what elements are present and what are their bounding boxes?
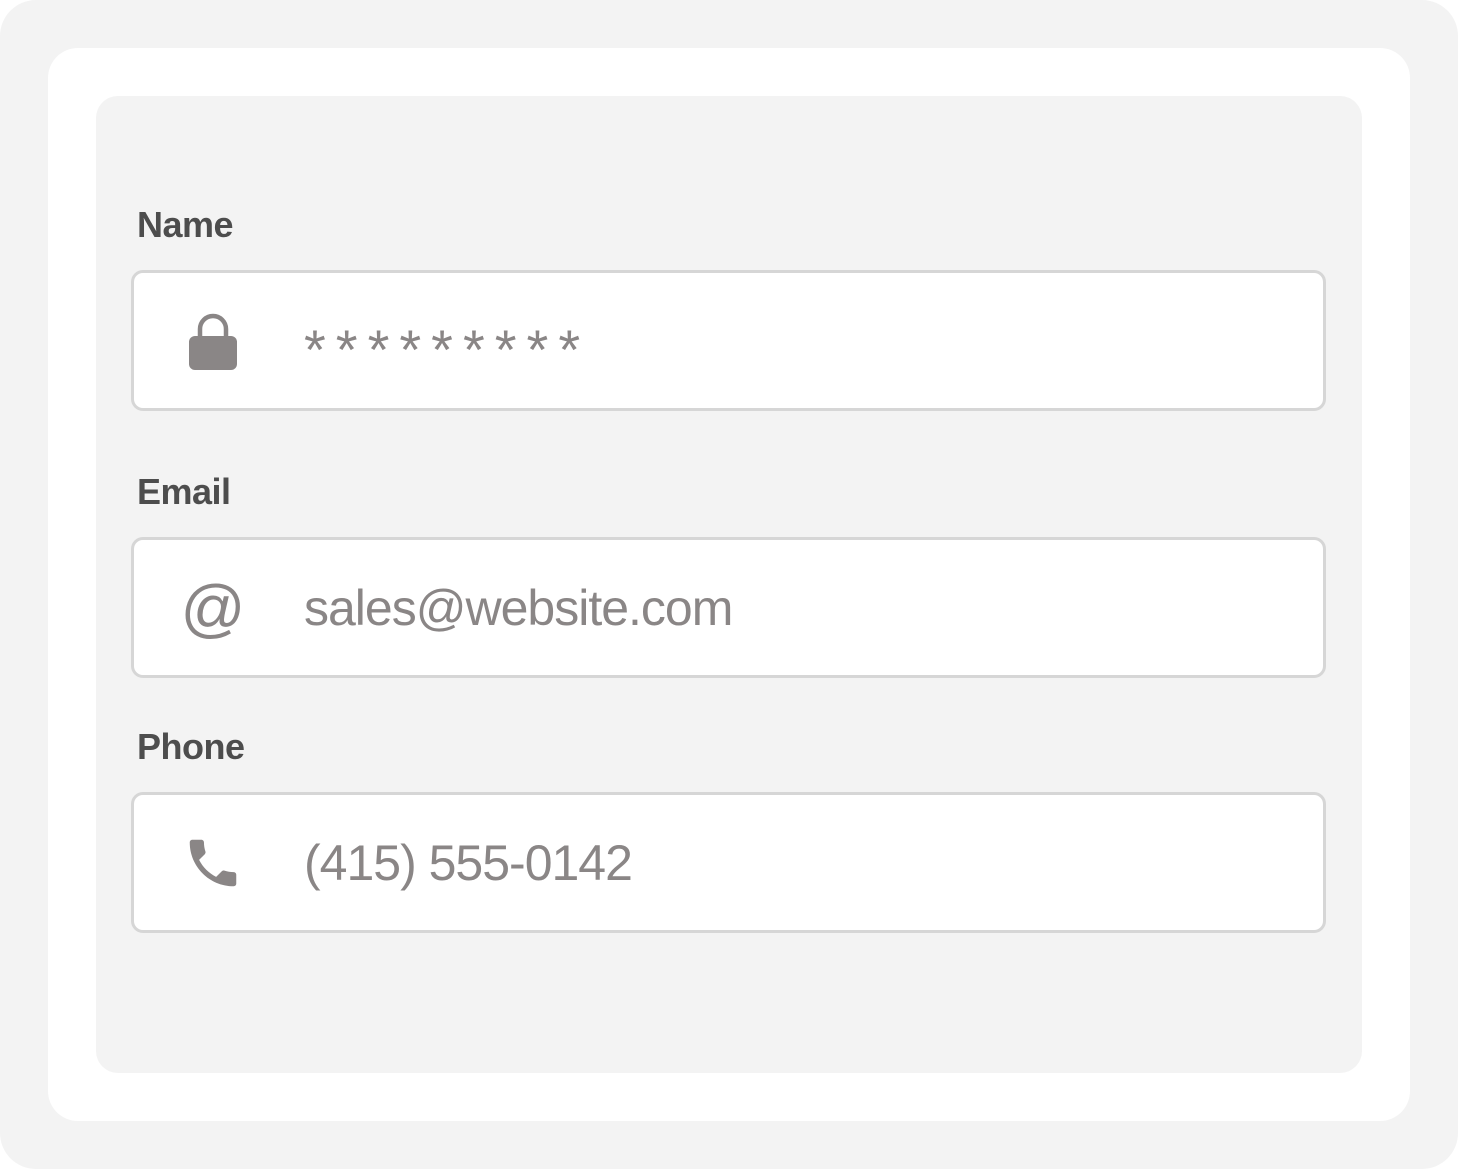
at-icon: @ bbox=[178, 540, 248, 675]
phone-field-value: (415) 555-0142 bbox=[304, 834, 633, 891]
email-field[interactable]: @ sales@website.com bbox=[131, 537, 1326, 678]
phone-field[interactable]: (415) 555-0142 bbox=[131, 792, 1326, 933]
phone-icon bbox=[178, 795, 248, 930]
name-field[interactable]: ********* bbox=[131, 270, 1326, 411]
email-field-value: sales@website.com bbox=[304, 579, 733, 636]
at-icon-glyph: @ bbox=[180, 571, 246, 644]
phone-label: Phone bbox=[137, 726, 245, 767]
name-label: Name bbox=[137, 204, 234, 245]
email-label: Email bbox=[137, 471, 231, 512]
lock-icon bbox=[178, 273, 248, 408]
name-field-value: ********* bbox=[304, 318, 591, 381]
